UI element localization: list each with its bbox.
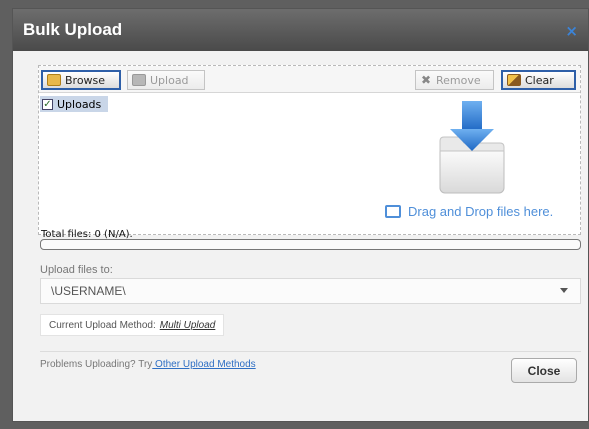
browse-label: Browse — [65, 73, 106, 87]
title-bar: Bulk Upload × — [13, 9, 588, 51]
uploads-label: Uploads — [57, 97, 102, 111]
clear-button[interactable]: Clear — [501, 70, 576, 90]
drop-zone-text: Drag and Drop files here. — [408, 204, 554, 219]
upload-destination-label: Upload files to: — [40, 264, 113, 276]
footer-divider — [40, 351, 581, 352]
upload-progress-bar — [40, 239, 581, 250]
chevron-down-icon — [560, 288, 568, 293]
multi-upload-link[interactable]: Multi Upload — [160, 320, 216, 331]
remove-icon: ✖ — [420, 73, 432, 87]
upload-toolbar: Browse Upload ✖ Remove Clear — [39, 66, 580, 93]
upload-destination-value: \USERNAME\ — [51, 284, 126, 298]
broom-icon — [507, 74, 521, 86]
upload-button[interactable]: Upload — [127, 70, 205, 90]
upload-panel: Browse Upload ✖ Remove Clear ✓ Uploads D… — [38, 65, 581, 235]
upload-method-label: Current Upload Method: — [49, 319, 156, 331]
close-icon[interactable]: × — [565, 22, 578, 40]
checkbox-checked-icon[interactable]: ✓ — [42, 98, 53, 110]
upload-destination-select[interactable]: \USERNAME\ — [40, 278, 581, 304]
upload-label: Upload — [150, 73, 189, 87]
upload-icon — [132, 74, 146, 86]
upload-tray-icon — [385, 205, 401, 218]
remove-label: Remove — [436, 73, 481, 87]
dialog-title: Bulk Upload — [23, 20, 123, 39]
close-button[interactable]: Close — [511, 358, 577, 383]
remove-button[interactable]: ✖ Remove — [415, 70, 494, 90]
bulk-upload-dialog: Bulk Upload × Browse Upload ✖ Remove Cle… — [12, 8, 589, 422]
current-upload-method: Current Upload Method: Multi Upload — [40, 314, 225, 336]
drop-zone-hint[interactable]: Drag and Drop files here. — [385, 204, 553, 219]
problems-uploading: Problems Uploading? Try Other Upload Met… — [40, 359, 256, 370]
browse-button[interactable]: Browse — [41, 70, 121, 90]
folder-download-icon — [439, 101, 505, 194]
uploads-tree-item[interactable]: ✓ Uploads — [40, 96, 108, 112]
clear-label: Clear — [525, 73, 554, 87]
problems-text: Problems Uploading? Try — [40, 359, 153, 370]
folder-icon — [47, 74, 61, 86]
other-upload-methods-link[interactable]: Other Upload Methods — [152, 359, 256, 370]
